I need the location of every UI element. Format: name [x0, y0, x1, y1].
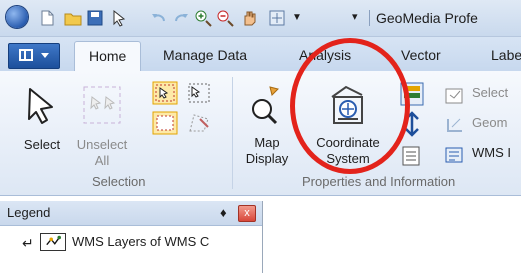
zoom-in-icon[interactable] — [194, 9, 212, 27]
info-table-icon[interactable] — [400, 145, 424, 167]
menu-icon — [19, 49, 33, 61]
window-title: GeoMedia Profe — [376, 10, 478, 26]
legend-item-label: WMS Layers of WMS C — [72, 234, 210, 249]
ribbon-tabs: Home Manage Data Analysis Vector Labe — [0, 37, 521, 72]
toolbar-separator — [369, 10, 370, 26]
select-set-button[interactable]: Select — [472, 85, 508, 100]
select-all-icon[interactable] — [152, 81, 178, 105]
open-folder-icon[interactable] — [64, 9, 82, 27]
polygon-select-icon[interactable] — [186, 111, 212, 135]
geometry-info-button[interactable]: Geom — [472, 115, 507, 130]
undo-icon[interactable] — [150, 9, 168, 27]
selection-group-label: Selection — [92, 174, 146, 189]
pan-hand-icon[interactable] — [240, 9, 258, 27]
properties-group-label: Properties and Information — [302, 174, 456, 189]
unselect-label-line1: Unselect — [76, 137, 128, 152]
map-window[interactable] — [263, 201, 521, 273]
tab-labels[interactable]: Labe — [491, 47, 521, 63]
layer-icon[interactable] — [40, 233, 66, 251]
application-menu-button[interactable] — [8, 43, 60, 69]
select-cursor-icon[interactable] — [24, 85, 60, 125]
save-icon[interactable] — [86, 9, 104, 27]
app-orb-icon[interactable] — [6, 6, 28, 28]
highlight-circle — [290, 38, 410, 174]
select-by-fence-icon[interactable] — [186, 81, 212, 105]
tab-vector[interactable]: Vector — [401, 47, 441, 63]
close-button[interactable]: x — [238, 205, 256, 222]
customize-qat-icon[interactable]: ▾ — [352, 10, 358, 23]
chevron-down-icon — [41, 53, 49, 58]
legend-panel: Legend ♦ x ↵ WMS Layers of WMS C — [0, 201, 263, 273]
geometry-info-icon[interactable] — [444, 115, 466, 135]
zoom-out-icon[interactable] — [216, 9, 234, 27]
legend-title: Legend — [7, 205, 51, 220]
select-label: Select — [23, 137, 61, 152]
select-button[interactable]: Select — [12, 137, 72, 153]
tab-manage-data[interactable]: Manage Data — [163, 47, 247, 63]
close-icon: x — [244, 207, 250, 219]
fit-all-icon[interactable] — [268, 9, 286, 27]
new-document-icon[interactable] — [38, 9, 56, 27]
qat-dropdown-icon[interactable]: ▼ — [292, 12, 302, 23]
map-display-button[interactable]: Map Display — [238, 135, 296, 167]
quick-access-toolbar: ▼ ▾ GeoMedia Profe — [0, 0, 521, 37]
rectangle-select-icon[interactable] — [152, 111, 178, 135]
group-separator — [232, 77, 233, 189]
unselect-label-line2: All — [94, 153, 110, 168]
map-display-label-line1: Map — [254, 135, 280, 150]
cursor-icon: ↵ — [22, 235, 34, 251]
select-arrow-icon[interactable] — [110, 9, 128, 27]
pin-icon[interactable]: ♦ — [220, 205, 227, 220]
tab-home[interactable]: Home — [74, 41, 142, 72]
map-display-icon[interactable] — [248, 83, 284, 127]
unselect-all-button[interactable]: Unselect All — [74, 137, 130, 169]
unselect-all-icon[interactable] — [82, 85, 122, 125]
select-set-icon[interactable] — [444, 85, 466, 105]
wms-info-icon[interactable] — [444, 145, 466, 165]
legend-header: Legend ♦ x — [0, 201, 262, 226]
map-display-label-line2: Display — [245, 151, 289, 166]
ribbon-panel: Select Unselect All Selection Map Displa… — [0, 71, 521, 196]
redo-icon[interactable] — [172, 9, 190, 27]
wms-info-button[interactable]: WMS I — [472, 145, 511, 160]
